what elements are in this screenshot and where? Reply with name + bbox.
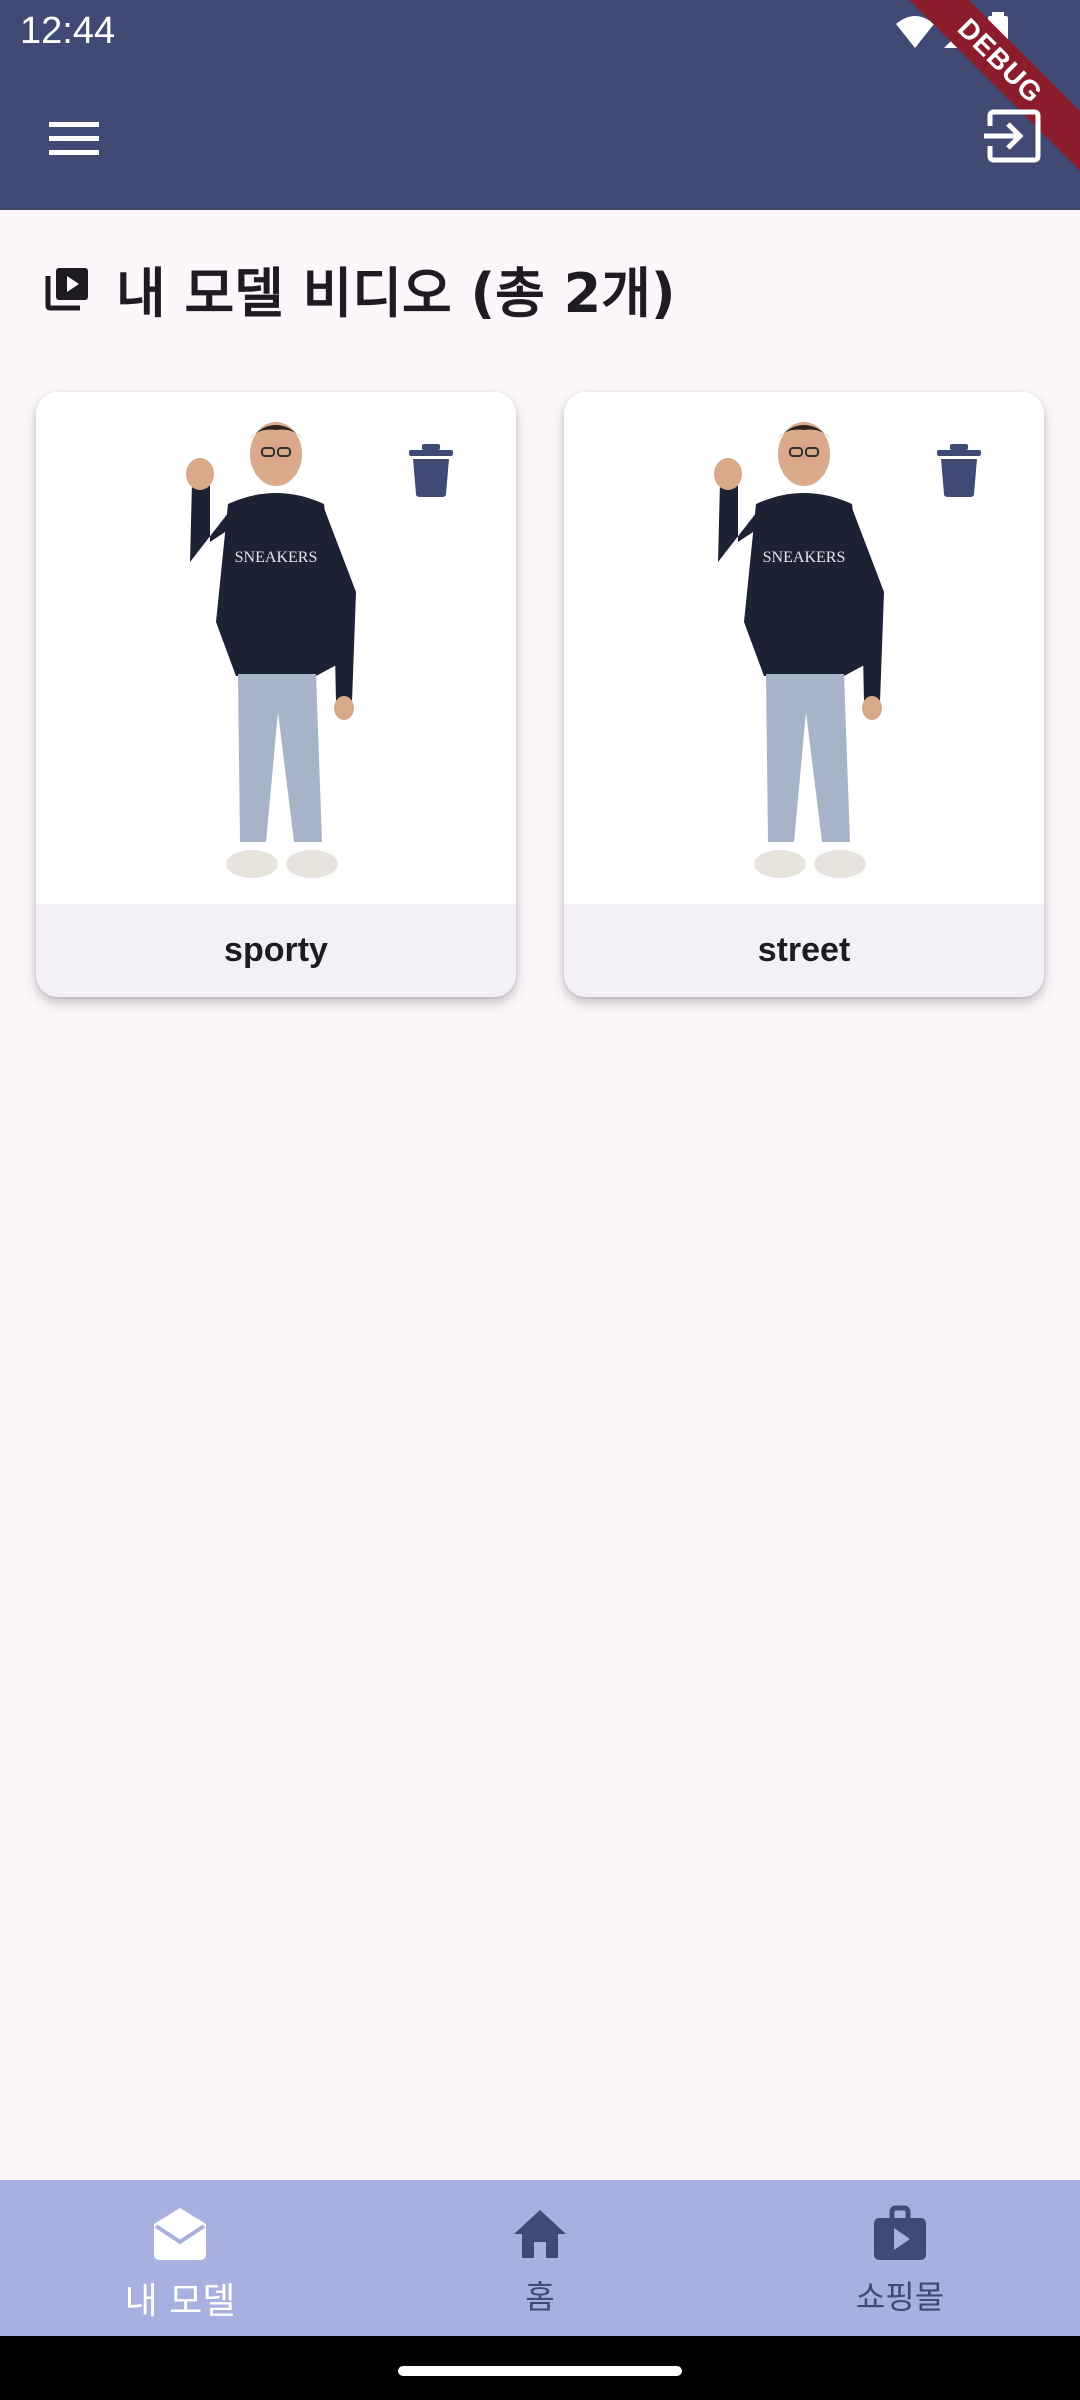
video-label: sporty	[224, 931, 328, 969]
status-time: 12:44	[20, 10, 116, 52]
nav-item-shopping[interactable]: 쇼핑몰	[720, 2180, 1080, 2336]
page-title-text: 내 모델 비디오 (총 2개)	[116, 261, 676, 325]
nav-item-my-model[interactable]: 내 모델	[0, 2180, 360, 2336]
nav-item-home[interactable]: 홈	[360, 2180, 720, 2336]
video-thumbnail[interactable]: SNEAKERS	[36, 392, 516, 904]
video-card[interactable]: SNEAKERS sporty	[36, 392, 516, 997]
menu-icon[interactable]	[44, 108, 104, 168]
svg-text:SNEAKERS: SNEAKERS	[235, 549, 318, 566]
video-thumbnail[interactable]: SNEAKERS	[564, 392, 1044, 904]
trash-icon[interactable]	[406, 442, 456, 498]
video-card[interactable]: SNEAKERS street	[564, 392, 1044, 997]
video-label: street	[757, 931, 851, 969]
nav-label-home: 홈	[525, 2278, 555, 2316]
video-label-bar: street	[564, 904, 1044, 997]
logout-icon[interactable]	[980, 104, 1044, 168]
page-title: 내 모델 비디오 (총 2개)	[44, 248, 676, 328]
bottom-navigation: 내 모델 홈 쇼핑몰	[0, 2180, 1080, 2336]
model-image: SNEAKERS	[186, 422, 356, 878]
svg-text:SNEAKERS: SNEAKERS	[763, 549, 846, 566]
nav-label-shopping: 쇼핑몰	[855, 2278, 945, 2316]
video-library-icon	[45, 268, 88, 311]
home-icon	[514, 2210, 566, 2258]
app-screen: 12:44 DEBUG 내 모델 비디오 (총 2개) SNEAKERS spo…	[0, 0, 1080, 2400]
video-grid: SNEAKERS sporty SNEAKERS street	[36, 392, 1044, 997]
trash-icon[interactable]	[934, 442, 984, 498]
home-gesture-handle[interactable]	[398, 2366, 682, 2376]
shopping-bag-icon	[874, 2205, 926, 2260]
model-image: SNEAKERS	[714, 422, 884, 878]
app-bar: 12:44 DEBUG	[0, 0, 1080, 210]
drafts-icon	[154, 2208, 206, 2260]
video-label-bar: sporty	[36, 904, 516, 997]
nav-label-my-model: 내 모델	[124, 2281, 236, 2322]
